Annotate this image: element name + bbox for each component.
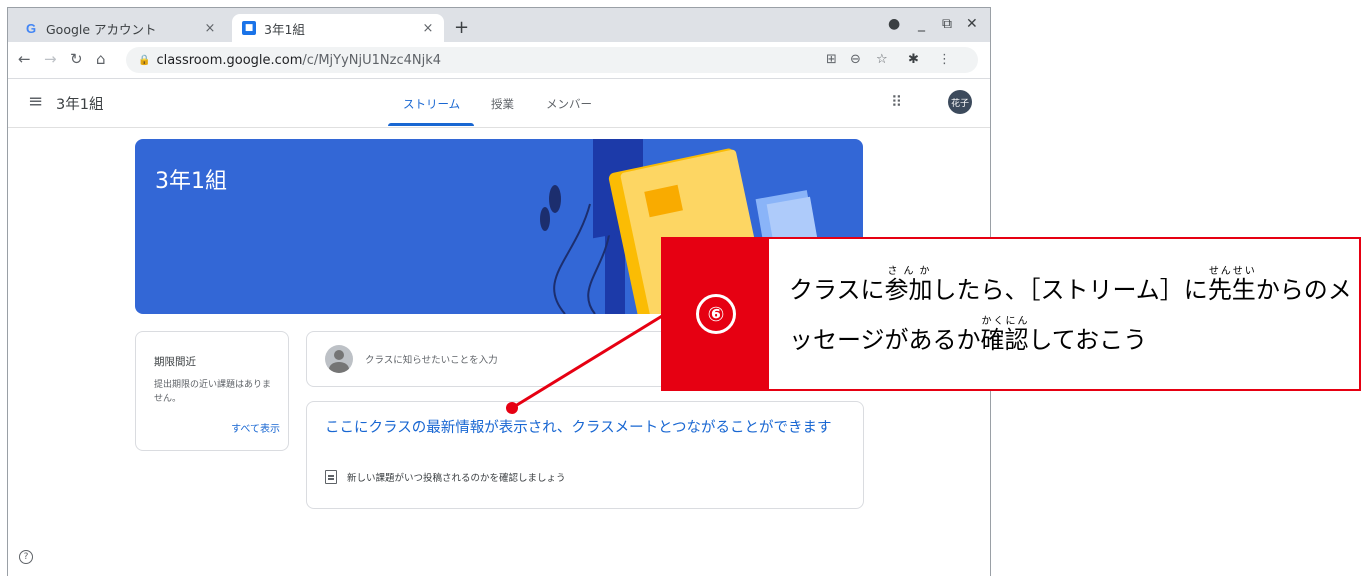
upcoming-text: 提出期限の近い課題はありません。 bbox=[154, 380, 272, 404]
upcoming-title: 期限間近 bbox=[154, 356, 196, 368]
back-icon[interactable]: ← bbox=[18, 50, 31, 68]
assignment-icon bbox=[325, 470, 337, 484]
classroom-favicon-icon: ■ bbox=[242, 21, 256, 35]
step-badge: ⑥ bbox=[663, 239, 769, 389]
user-avatar[interactable]: 花子 bbox=[948, 90, 972, 114]
tab-classwork[interactable]: 授業 bbox=[491, 96, 514, 112]
apps-grid-icon[interactable]: ⠿ bbox=[891, 93, 902, 111]
step-number: ⑥ bbox=[696, 294, 736, 334]
lock-icon: 🔒 bbox=[138, 54, 151, 66]
tab-title: 3年1組 bbox=[264, 21, 305, 37]
avatar bbox=[325, 345, 353, 373]
help-icon[interactable]: ? bbox=[19, 550, 33, 564]
instruction-callout: ⑥ クラスに参加さんかしたら、［ストリーム］に先生せんせいからのメッセージがある… bbox=[661, 237, 1361, 391]
tab-people[interactable]: メンバー bbox=[546, 96, 592, 112]
translate-icon[interactable]: ⊞ bbox=[826, 52, 837, 67]
close-window-icon[interactable]: ✕ bbox=[966, 16, 978, 32]
close-tab-icon[interactable]: × bbox=[418, 21, 438, 36]
announce-placeholder: クラスに知らせたいことを入力 bbox=[365, 355, 498, 366]
browser-toolbar: ← → ↻ ⌂ 🔒 classroom.google.com/c/MjYyNjU… bbox=[8, 42, 990, 79]
class-name[interactable]: 3年1組 bbox=[56, 93, 103, 114]
google-favicon-icon: G bbox=[25, 20, 37, 36]
banner-title: 3年1組 bbox=[155, 169, 227, 194]
minimize-icon[interactable]: _ bbox=[918, 16, 925, 32]
tab-stream[interactable]: ストリーム bbox=[403, 96, 460, 112]
classroom-appbar: ≡ 3年1組 ストリーム 授業 メンバー ⠿ 花子 bbox=[8, 79, 990, 128]
active-tab-indicator bbox=[388, 123, 474, 126]
tab-strip: G Google アカウント × ■ 3年1組 × + ● _ ⧉ ✕ bbox=[8, 8, 990, 42]
hamburger-menu-icon[interactable]: ≡ bbox=[28, 91, 43, 112]
restore-icon[interactable]: ⧉ bbox=[942, 16, 952, 32]
close-tab-icon[interactable]: × bbox=[200, 21, 220, 36]
reload-icon[interactable]: ↻ bbox=[70, 50, 83, 68]
url-path: /c/MjYyNjU1Nzc4Njk4 bbox=[302, 52, 442, 68]
url-host: classroom.google.com bbox=[156, 52, 303, 68]
tab-title: Google アカウント bbox=[46, 21, 157, 37]
zoom-icon[interactable]: ⊖ bbox=[850, 52, 861, 67]
extensions-icon[interactable]: ✱ bbox=[908, 52, 919, 67]
tab-google-account[interactable]: G Google アカウント × bbox=[14, 14, 226, 42]
tab-classroom[interactable]: ■ 3年1組 × bbox=[232, 14, 444, 42]
forward-icon[interactable]: → bbox=[44, 50, 57, 68]
profile-dot-icon[interactable]: ● bbox=[888, 16, 900, 32]
new-tab-button[interactable]: + bbox=[454, 17, 469, 38]
callout-text: クラスに参加さんかしたら、［ストリーム］に先生せんせいからのメッセージがあるか確… bbox=[789, 266, 1352, 354]
view-all-link[interactable]: すべて表示 bbox=[231, 420, 280, 435]
home-icon[interactable]: ⌂ bbox=[96, 50, 106, 68]
stream-info-card: ここにクラスの最新情報が表示され、クラスメートとつながることができます 新しい課… bbox=[306, 401, 864, 509]
upcoming-card: 期限間近 提出期限の近い課題はありません。 すべて表示 bbox=[135, 331, 289, 451]
info-subtext: 新しい課題がいつ投稿されるのかを確認しましょう bbox=[347, 473, 566, 484]
info-headline: ここにクラスの最新情報が表示され、クラスメートとつながることができます bbox=[325, 420, 832, 436]
info-subtext-row: 新しい課題がいつ投稿されるのかを確認しましょう bbox=[325, 470, 566, 484]
bookmark-star-icon[interactable]: ☆ bbox=[876, 52, 888, 67]
browser-menu-icon[interactable]: ⋮ bbox=[938, 52, 951, 67]
